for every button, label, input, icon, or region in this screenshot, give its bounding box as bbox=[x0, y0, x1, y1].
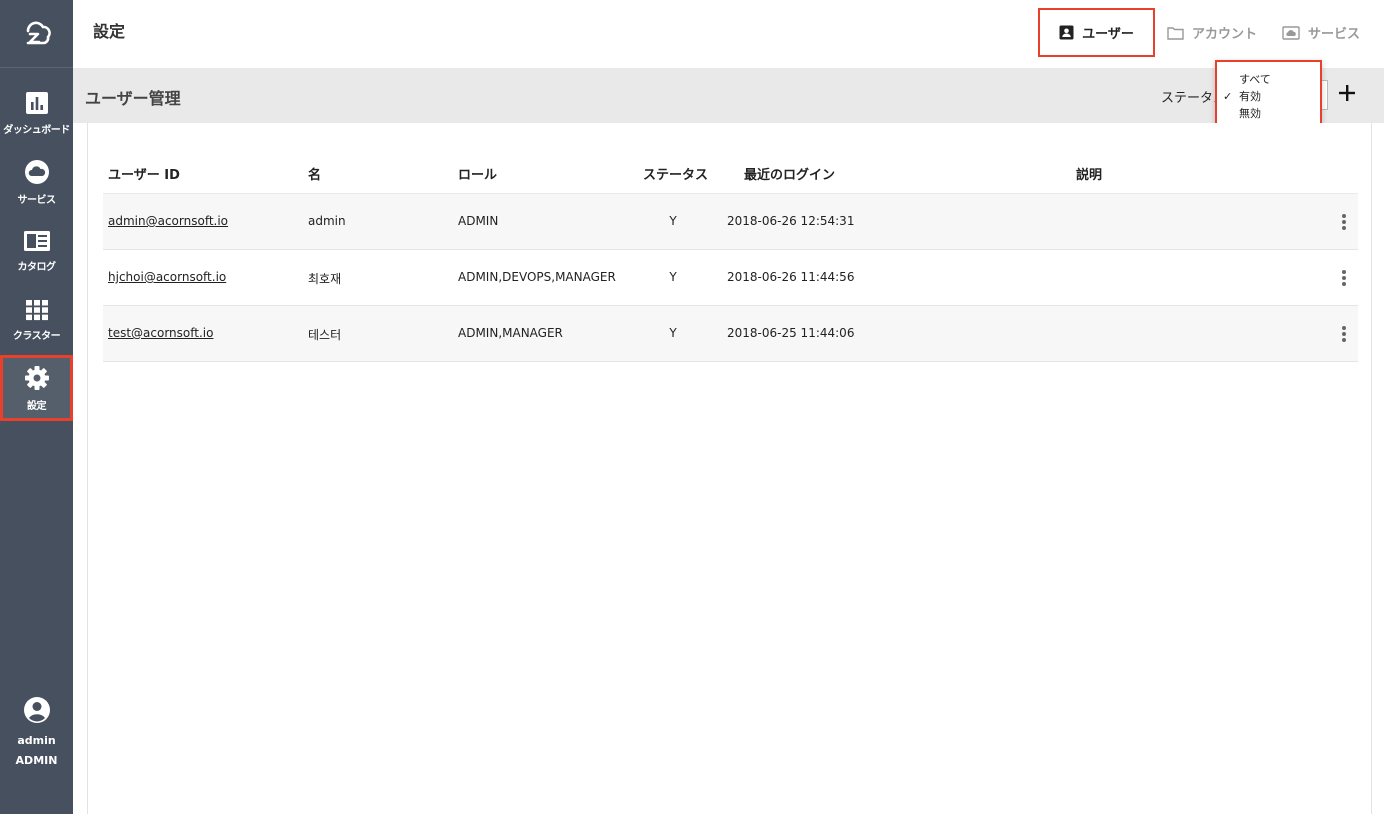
tab-account[interactable]: アカウント bbox=[1167, 8, 1257, 57]
sidebar-item-catalog[interactable]: カタログ bbox=[0, 218, 73, 284]
row-menu-icon[interactable] bbox=[1338, 269, 1350, 287]
column-header-name[interactable]: 名 bbox=[308, 164, 321, 183]
column-header-user-id[interactable]: ユーザー ID bbox=[108, 164, 180, 183]
cloud-icon bbox=[24, 159, 49, 184]
status-option-inactive[interactable]: 無効 bbox=[1217, 105, 1320, 122]
section-title: ユーザー管理 bbox=[85, 89, 181, 108]
tab-account-label: アカウント bbox=[1192, 27, 1258, 42]
tab-service-label: サービス bbox=[1308, 27, 1361, 42]
user-table: ユーザー ID 名 ロール ステータス 最近のログイン 説明 admin@aco… bbox=[103, 151, 1358, 362]
user-role-cell: ADMIN bbox=[458, 214, 499, 228]
user-name-cell: admin bbox=[308, 214, 346, 228]
table-header: ユーザー ID 名 ロール ステータス 最近のログイン 説明 bbox=[103, 151, 1358, 194]
row-menu-icon[interactable] bbox=[1338, 213, 1350, 231]
sidebar-item-dashboard[interactable]: ダッシュボード bbox=[0, 80, 73, 146]
user-card-icon bbox=[1059, 25, 1074, 40]
check-icon: ✓ bbox=[1223, 90, 1233, 103]
sidebar-item-label: カタログ bbox=[17, 261, 57, 273]
user-name: admin bbox=[17, 734, 56, 747]
user-status-cell: Y bbox=[669, 326, 677, 340]
cloud-box-icon bbox=[1282, 25, 1300, 40]
app-logo[interactable] bbox=[0, 0, 73, 68]
last-login-cell: 2018-06-25 11:44:06 bbox=[727, 326, 855, 340]
row-menu-icon[interactable] bbox=[1338, 325, 1350, 343]
table-row[interactable]: hjchoi@acornsoft.io 최호재 ADMIN,DEVOPS,MAN… bbox=[103, 250, 1358, 306]
gear-icon bbox=[24, 365, 49, 390]
status-dropdown-menu: すべて ✓ 有効 無効 bbox=[1215, 60, 1322, 127]
user-id-link[interactable]: admin@acornsoft.io bbox=[108, 214, 228, 228]
sidebar-item-label: クラスター bbox=[12, 330, 61, 342]
table-row[interactable]: admin@acornsoft.io admin ADMIN Y 2018-06… bbox=[103, 194, 1358, 250]
user-status-cell: Y bbox=[669, 270, 677, 284]
status-option-active[interactable]: ✓ 有効 bbox=[1217, 88, 1320, 105]
tab-service[interactable]: サービス bbox=[1282, 8, 1360, 57]
page-title: 設定 bbox=[93, 22, 126, 41]
user-name-cell: 테스터 bbox=[308, 328, 342, 342]
bar-chart-icon bbox=[25, 91, 48, 114]
status-option-all[interactable]: すべて bbox=[1217, 71, 1320, 88]
column-header-role[interactable]: ロール bbox=[458, 164, 497, 183]
book-icon bbox=[23, 230, 50, 251]
user-role-cell: ADMIN,DEVOPS,MANAGER bbox=[458, 270, 616, 284]
sidebar-item-service[interactable]: サービス bbox=[0, 149, 73, 215]
last-login-cell: 2018-06-26 11:44:56 bbox=[727, 270, 855, 284]
top-header: 設定 ユーザー アカウント サービス bbox=[73, 0, 1384, 68]
user-role: ADMIN bbox=[15, 754, 58, 767]
grid-icon bbox=[25, 299, 48, 320]
table-row[interactable]: test@acornsoft.io 테스터 ADMIN,MANAGER Y 20… bbox=[103, 306, 1358, 362]
user-name-cell: 최호재 bbox=[308, 272, 342, 286]
sidebar-item-label: ダッシュボード bbox=[3, 124, 70, 136]
add-user-button[interactable] bbox=[1336, 82, 1358, 104]
user-status-cell: Y bbox=[669, 214, 677, 228]
user-profile[interactable]: admin ADMIN bbox=[0, 696, 73, 767]
user-role-cell: ADMIN,MANAGER bbox=[458, 326, 563, 340]
last-login-cell: 2018-06-26 12:54:31 bbox=[727, 214, 855, 228]
tab-user[interactable]: ユーザー bbox=[1038, 8, 1155, 57]
user-table-card: ユーザー ID 名 ロール ステータス 最近のログイン 説明 admin@aco… bbox=[87, 123, 1372, 814]
folder-icon bbox=[1167, 26, 1184, 40]
sidebar-item-settings[interactable]: 設定 bbox=[0, 355, 73, 421]
column-header-description[interactable]: 説明 bbox=[1076, 164, 1102, 183]
user-id-link[interactable]: test@acornsoft.io bbox=[108, 326, 213, 340]
tab-user-label: ユーザー bbox=[1082, 27, 1134, 42]
column-header-last-login[interactable]: 最近のログイン bbox=[744, 164, 835, 183]
sidebar-item-label: 設定 bbox=[27, 400, 47, 412]
section-header: ユーザー管理 ステータス bbox=[73, 68, 1384, 123]
sidebar: ダッシュボード サービス カタログ クラスター 設定 admin ADMIN bbox=[0, 0, 73, 814]
user-id-link[interactable]: hjchoi@acornsoft.io bbox=[108, 270, 226, 284]
sidebar-item-cluster[interactable]: クラスター bbox=[0, 287, 73, 353]
sidebar-item-label: サービス bbox=[17, 194, 57, 206]
user-circle-icon bbox=[23, 697, 50, 723]
column-header-status[interactable]: ステータス bbox=[643, 164, 708, 183]
